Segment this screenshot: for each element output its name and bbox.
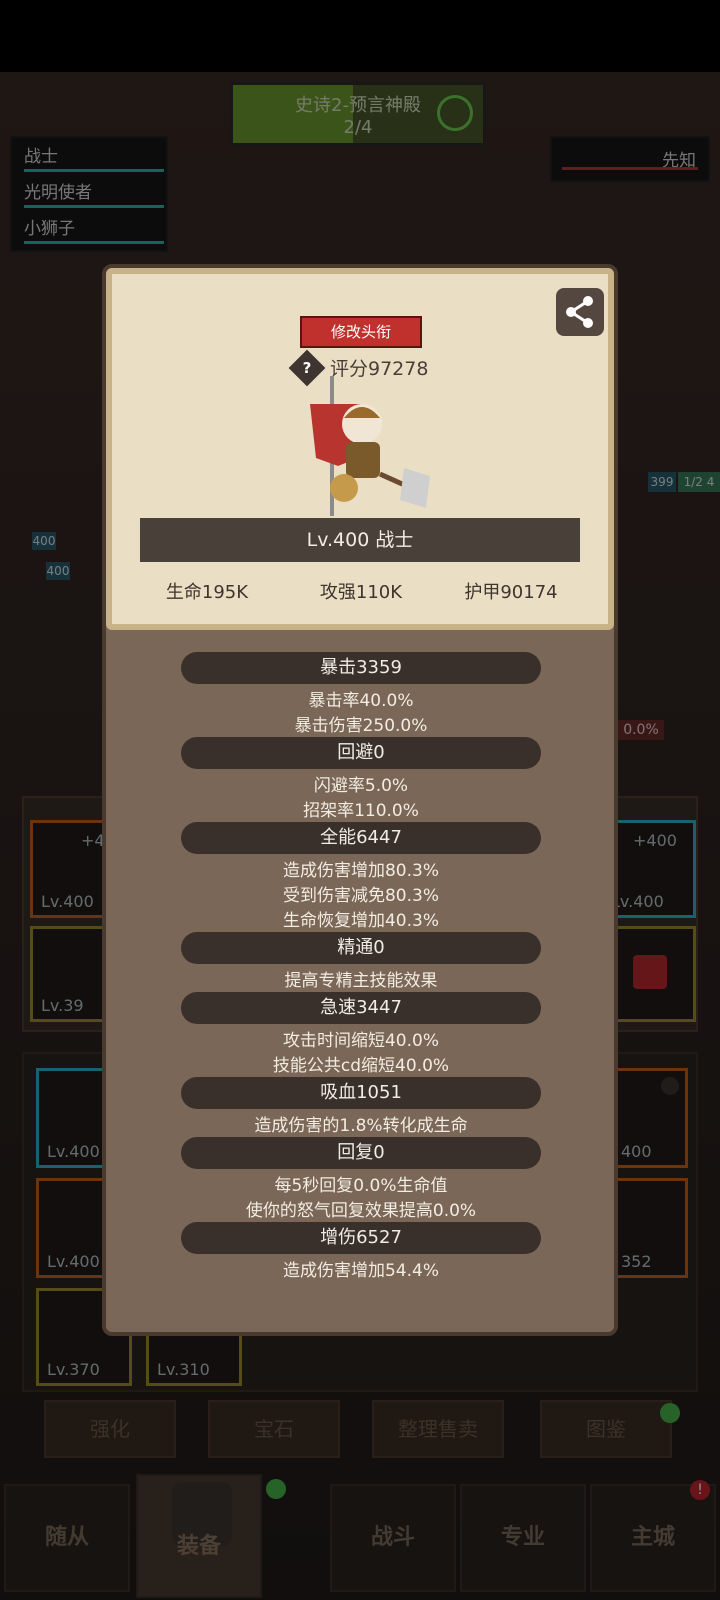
stat-line: 每5秒回复0.0%生命值	[274, 1176, 448, 1196]
stat-line: 暴击率40.0%	[308, 691, 414, 711]
section-header-versatility: 全能6447	[181, 822, 541, 854]
hp-stat: 生命195K	[165, 582, 249, 603]
stat-line: 受到伤害减免80.3%	[282, 886, 439, 906]
section-header-lifesteal: 吸血1051	[181, 1077, 541, 1109]
attack-power-stat: 攻强110K	[319, 582, 403, 603]
section-header-damage-bonus: 增伤6527	[181, 1222, 541, 1254]
section-header-mastery: 精通0	[181, 932, 541, 964]
stat-line: 生命恢复增加40.3%	[282, 911, 439, 931]
armor-stat: 护甲90174	[464, 582, 558, 603]
rename-title-button[interactable]: 修改头衔	[300, 316, 422, 348]
stat-line: 闪避率5.0%	[313, 776, 409, 796]
section-header-dodge: 回避0	[181, 737, 541, 769]
stat-line: 攻击时间缩短40.0%	[282, 1031, 439, 1051]
section-header-haste: 急速3447	[181, 992, 541, 1024]
share-button[interactable]	[556, 288, 604, 336]
stat-line: 技能公共cd缩短40.0%	[272, 1056, 450, 1076]
share-icon	[566, 296, 593, 328]
stat-line: 造成伤害增加80.3%	[282, 861, 439, 881]
section-header-regen: 回复0	[181, 1137, 541, 1169]
stat-line: 招架率110.0%	[303, 801, 419, 821]
section-header-crit: 暴击3359	[181, 652, 541, 684]
stat-line: 造成伤害的1.8%转化成生命	[254, 1116, 468, 1136]
stat-line: 提高专精主技能效果	[284, 971, 438, 991]
stat-line: 暴击伤害250.0%	[294, 716, 428, 736]
level-class-banner: Lv.400 战士	[140, 518, 580, 562]
stat-line: 使你的怒气回复效果提高0.0%	[245, 1201, 477, 1221]
warrior-portrait	[310, 376, 430, 516]
stat-line: 造成伤害增加54.4%	[282, 1261, 439, 1281]
